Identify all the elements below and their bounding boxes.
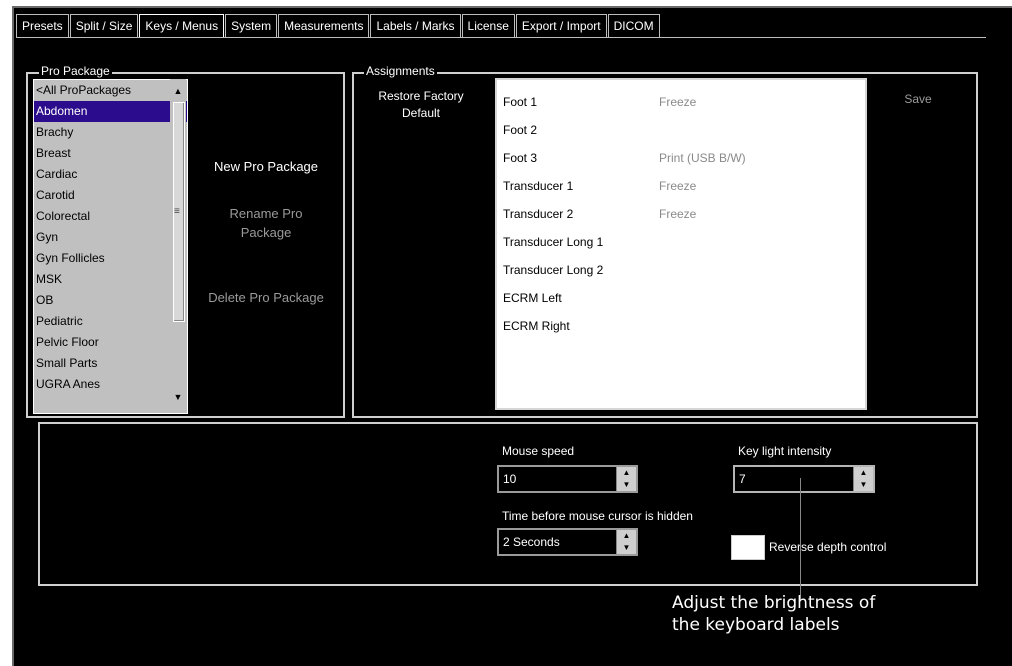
mouse-speed-label: Mouse speed (502, 444, 575, 458)
hide-cursor-label: Time before mouse cursor is hidden (502, 509, 693, 523)
new-pro-package-button[interactable]: New Pro Package (196, 157, 336, 176)
assignment-row[interactable]: Transducer Long 1 (497, 232, 867, 252)
spin-down-icon[interactable]: ▼ (617, 542, 636, 554)
callout-line (800, 478, 801, 601)
list-item[interactable]: Cardiac (34, 164, 187, 185)
assignment-row[interactable]: ECRM Left (497, 288, 867, 308)
assignment-key: Transducer Long 2 (503, 263, 604, 277)
spin-up-icon[interactable]: ▲ (854, 467, 873, 479)
tab-presets[interactable]: Presets (16, 14, 69, 37)
key-light-value: 7 (739, 472, 746, 486)
list-item[interactable]: Gyn Follicles (34, 248, 187, 269)
mouse-speed-value: 10 (503, 472, 517, 486)
assignment-value: Print (USB B/W) (659, 151, 746, 165)
assignment-key: Transducer 2 (503, 207, 574, 221)
assignment-value: Freeze (659, 207, 697, 221)
list-item[interactable]: Gyn (34, 227, 187, 248)
spin-up-icon[interactable]: ▲ (617, 530, 636, 542)
hide-cursor-value: 2 Seconds (503, 535, 560, 549)
list-item[interactable]: Pelvic Floor (34, 332, 187, 353)
reverse-depth-label: Reverse depth control (769, 540, 887, 554)
mouse-speed-stepper[interactable]: ▲ ▼ (616, 467, 636, 491)
spin-up-icon[interactable]: ▲ (617, 467, 636, 479)
scroll-up-icon[interactable]: ▲ (170, 86, 186, 96)
list-item[interactable]: Colorectal (34, 206, 187, 227)
list-item[interactable]: Brachy (34, 122, 187, 143)
tab-keys-menus[interactable]: Keys / Menus (139, 14, 225, 37)
list-item[interactable]: Pediatric (34, 311, 187, 332)
assignment-row[interactable]: Transducer 2 Freeze (497, 204, 867, 224)
list-item[interactable]: Breast (34, 143, 187, 164)
tab-export-import[interactable]: Export / Import (515, 14, 607, 37)
assignment-row[interactable]: Transducer Long 2 (497, 260, 867, 280)
save-button[interactable]: Save (898, 90, 938, 109)
assignment-row[interactable]: ECRM Right (497, 316, 867, 336)
list-item[interactable]: Small Parts (34, 353, 187, 374)
assignment-row[interactable]: Foot 3 Print (USB B/W) (497, 148, 867, 168)
spin-down-icon[interactable]: ▼ (854, 479, 873, 491)
list-item[interactable]: MSK (34, 269, 187, 290)
settings-tabbar: Presets Split / Size Keys / Menus System… (16, 14, 661, 38)
assignment-row[interactable]: Transducer 1 Freeze (497, 176, 867, 196)
assignment-value: Freeze (659, 95, 697, 109)
assignment-key: Transducer 1 (503, 179, 574, 193)
assignment-key: Foot 1 (503, 95, 538, 109)
assignment-value: Freeze (659, 179, 697, 193)
scroll-down-icon[interactable]: ▼ (170, 392, 186, 402)
assignment-key: Foot 2 (503, 123, 538, 137)
assignments-list[interactable]: Foot 1 Freeze Foot 2 Foot 3 Print (USB B/W… (495, 78, 867, 410)
assignment-row[interactable]: Foot 1 Freeze (497, 92, 867, 112)
assignment-row[interactable]: Foot 2 (497, 120, 867, 140)
key-light-label: Key light intensity (738, 444, 832, 458)
delete-pro-package-button[interactable]: Delete Pro Package (196, 288, 336, 307)
pro-package-legend: Pro Package (39, 64, 112, 78)
list-item[interactable]: OB (34, 290, 187, 311)
assignment-key: Foot 3 (503, 151, 538, 165)
pro-package-list[interactable]: <All ProPackages Abdomen Brachy Breast C… (33, 79, 188, 414)
tab-split-size[interactable]: Split / Size (69, 14, 139, 37)
restore-factory-default-button[interactable]: Restore Factory Default (366, 88, 476, 122)
tab-divider (16, 37, 986, 38)
assignments-legend: Assignments (364, 64, 437, 78)
assignment-key: ECRM Right (503, 319, 570, 333)
list-item[interactable]: Carotid (34, 185, 187, 206)
tab-license[interactable]: License (461, 14, 515, 37)
list-item[interactable]: <All ProPackages (34, 80, 187, 101)
spin-down-icon[interactable]: ▼ (617, 479, 636, 491)
rename-pro-package-button[interactable]: Rename Pro Package (196, 204, 336, 242)
grip-icon: ≡ (174, 206, 180, 217)
assignment-key: ECRM Left (503, 291, 562, 305)
key-light-stepper[interactable]: ▲ ▼ (853, 467, 873, 491)
hide-cursor-stepper[interactable]: ▲ ▼ (616, 530, 636, 554)
list-item-selected[interactable]: Abdomen (34, 101, 187, 122)
tab-dicom[interactable]: DICOM (607, 14, 660, 37)
reverse-depth-checkbox[interactable] (731, 535, 765, 560)
assignment-key: Transducer Long 1 (503, 235, 604, 249)
tab-measurements[interactable]: Measurements (278, 14, 370, 37)
callout-annotation: Adjust the brightness of the keyboard la… (672, 593, 876, 635)
tab-system[interactable]: System (225, 14, 278, 37)
tab-labels-marks[interactable]: Labels / Marks (370, 14, 461, 37)
list-item[interactable]: UGRA Anes (34, 374, 187, 395)
